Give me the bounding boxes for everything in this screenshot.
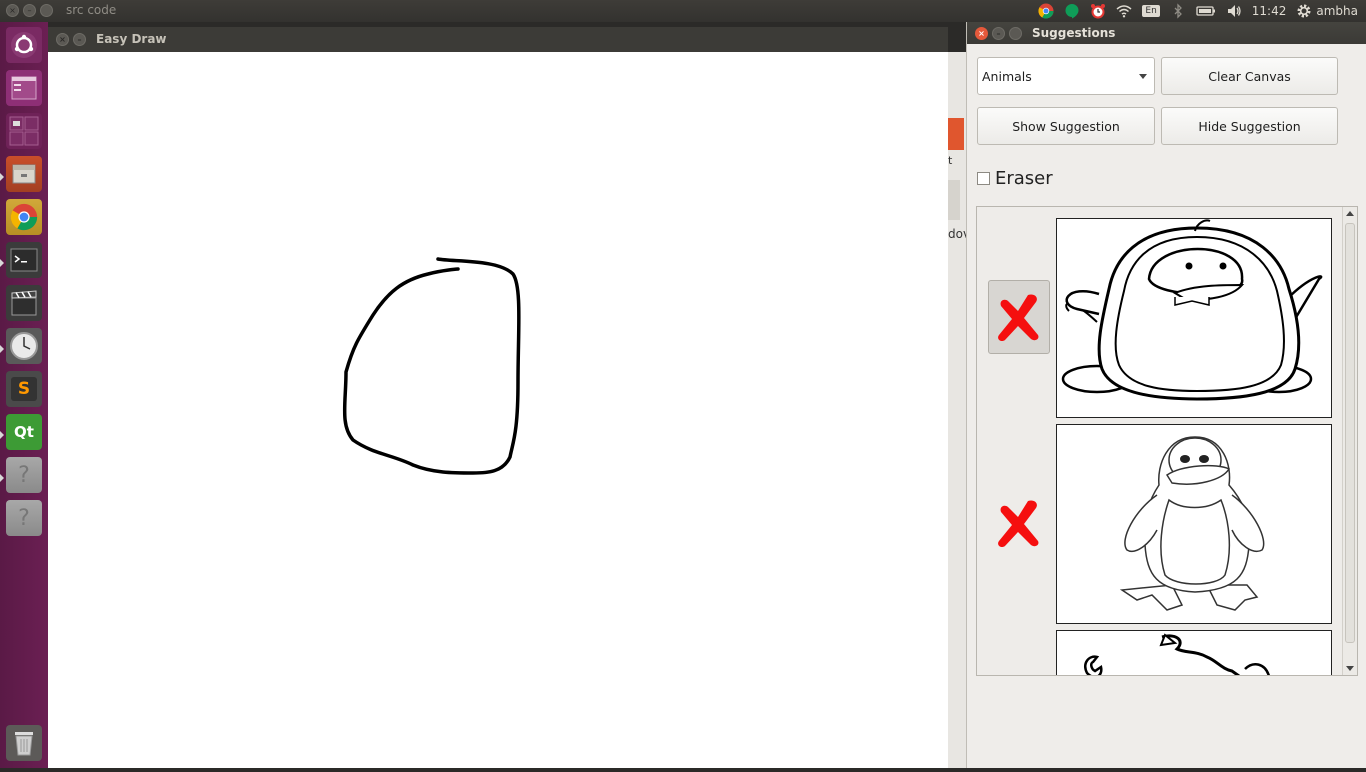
volume-icon[interactable] — [1226, 3, 1242, 19]
red-x-icon — [998, 294, 1039, 342]
suggestion-list-scrollbar[interactable] — [1342, 207, 1357, 675]
chevron-down-icon — [1139, 74, 1147, 79]
suggestion-list[interactable] — [976, 206, 1358, 676]
eraser-label: Eraser — [995, 168, 1053, 189]
user-name: ambha — [1316, 4, 1358, 18]
wifi-icon[interactable] — [1116, 3, 1132, 19]
panel-window-controls: × – — [6, 4, 53, 17]
keyboard-layout-indicator[interactable]: En — [1142, 5, 1160, 17]
trash-icon[interactable] — [6, 725, 42, 761]
background-text: dov — [948, 227, 968, 241]
hangouts-icon[interactable] — [1064, 3, 1080, 19]
hide-suggestion-button[interactable]: Hide Suggestion — [1161, 107, 1338, 145]
suggestions-titlebar[interactable]: × – Suggestions — [967, 22, 1366, 44]
session-menu[interactable]: ambha — [1296, 3, 1358, 19]
scroll-down-icon[interactable] — [1346, 666, 1354, 671]
scrollbar-thumb[interactable] — [1345, 223, 1355, 643]
show-suggestion-button[interactable]: Show Suggestion — [977, 107, 1155, 145]
video-editor-icon[interactable] — [6, 285, 42, 321]
easy-draw-window-controls: × – — [56, 33, 86, 46]
maximize-icon[interactable] — [1009, 27, 1022, 40]
clock-icon[interactable] — [6, 328, 42, 364]
unknown-app-icon[interactable]: ? — [6, 457, 42, 493]
window-title: Easy Draw — [96, 32, 167, 46]
files-icon[interactable] — [6, 156, 42, 192]
suggestion-image-penguin-cartoon[interactable] — [1056, 218, 1332, 418]
workspace-switcher-icon[interactable] — [6, 113, 42, 149]
easy-draw-window: × – Easy Draw — [48, 27, 948, 768]
category-select[interactable]: Animals — [977, 57, 1155, 95]
terminal-icon[interactable] — [6, 242, 42, 278]
clear-canvas-button[interactable]: Clear Canvas — [1161, 57, 1338, 95]
system-tray: En 11:42 ambha — [1038, 2, 1358, 20]
drawing-canvas[interactable] — [48, 52, 948, 768]
gear-icon — [1297, 4, 1311, 18]
easy-draw-titlebar[interactable]: × – Easy Draw — [48, 27, 948, 52]
panel-close-icon[interactable]: × — [6, 4, 19, 17]
chrome-icon[interactable] — [6, 199, 42, 235]
eraser-checkbox[interactable] — [977, 172, 990, 185]
eraser-option[interactable]: Eraser — [977, 168, 1053, 189]
scroll-up-icon[interactable] — [1346, 211, 1354, 216]
background-window: t dov — [948, 52, 968, 768]
ubuntu-dash-icon[interactable] — [6, 27, 42, 63]
minimize-icon[interactable]: – — [73, 33, 86, 46]
launcher: S Qt ? ? — [0, 22, 48, 768]
suggestions-window-controls: × – — [975, 27, 1022, 40]
background-text: t — [948, 154, 953, 167]
workspace-app-icon[interactable] — [6, 70, 42, 106]
suggestion-image-penguin-tux[interactable] — [1056, 424, 1332, 624]
delete-suggestion-button[interactable] — [988, 280, 1050, 354]
sublime-text-icon[interactable]: S — [6, 371, 42, 407]
window-title: Suggestions — [1032, 26, 1116, 40]
background-file-icon — [948, 180, 960, 220]
delete-suggestion-button[interactable] — [988, 486, 1050, 560]
bluetooth-icon[interactable] — [1170, 3, 1186, 19]
chrome-tray-icon[interactable] — [1038, 3, 1054, 19]
panel-maximize-icon[interactable] — [40, 4, 53, 17]
clock-time[interactable]: 11:42 — [1252, 4, 1287, 18]
minimize-icon[interactable]: – — [992, 27, 1005, 40]
suggestions-window: × – Suggestions Animals Clear Canvas Sho… — [966, 22, 1366, 768]
user-stroke — [342, 257, 521, 475]
close-icon[interactable]: × — [975, 27, 988, 40]
suggestion-image-scorpion[interactable] — [1056, 630, 1332, 675]
category-select-value: Animals — [982, 68, 1032, 84]
red-x-icon — [998, 500, 1039, 548]
top-panel: × – src code En 11:42 ambha — [0, 0, 1366, 22]
unknown-app-icon[interactable]: ? — [6, 500, 42, 536]
qt-creator-icon[interactable]: Qt — [6, 414, 42, 450]
close-icon[interactable]: × — [56, 33, 69, 46]
alarm-clock-icon[interactable] — [1090, 3, 1106, 19]
background-app-icon — [948, 118, 964, 150]
battery-icon[interactable] — [1196, 3, 1216, 19]
panel-minimize-icon[interactable]: – — [23, 4, 36, 17]
active-window-title: src code — [66, 3, 117, 17]
